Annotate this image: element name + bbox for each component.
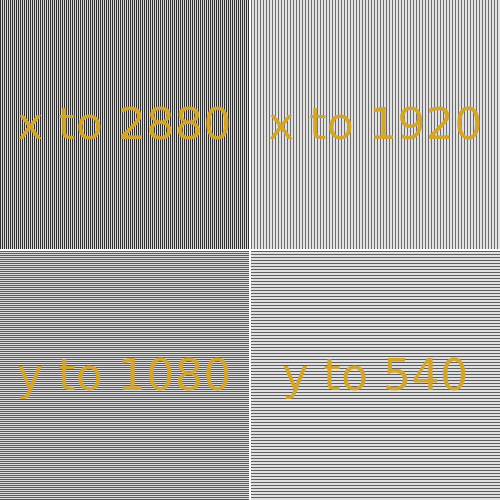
quadrant-x-1920: x to 1920 — [251, 0, 500, 249]
quadrant-label: x to 1920 — [268, 98, 483, 150]
quadrant-label: y to 1080 — [17, 349, 232, 401]
quadrant-y-1080: y to 1080 — [0, 251, 249, 500]
quadrant-label: y to 540 — [282, 349, 469, 401]
quadrant-x-2880: x to 2880 — [0, 0, 249, 249]
quadrant-y-540: y to 540 — [251, 251, 500, 500]
resolution-test-grid: x to 2880 x to 1920 y to 1080 y to 540 — [0, 0, 500, 500]
quadrant-label: x to 2880 — [17, 98, 232, 150]
